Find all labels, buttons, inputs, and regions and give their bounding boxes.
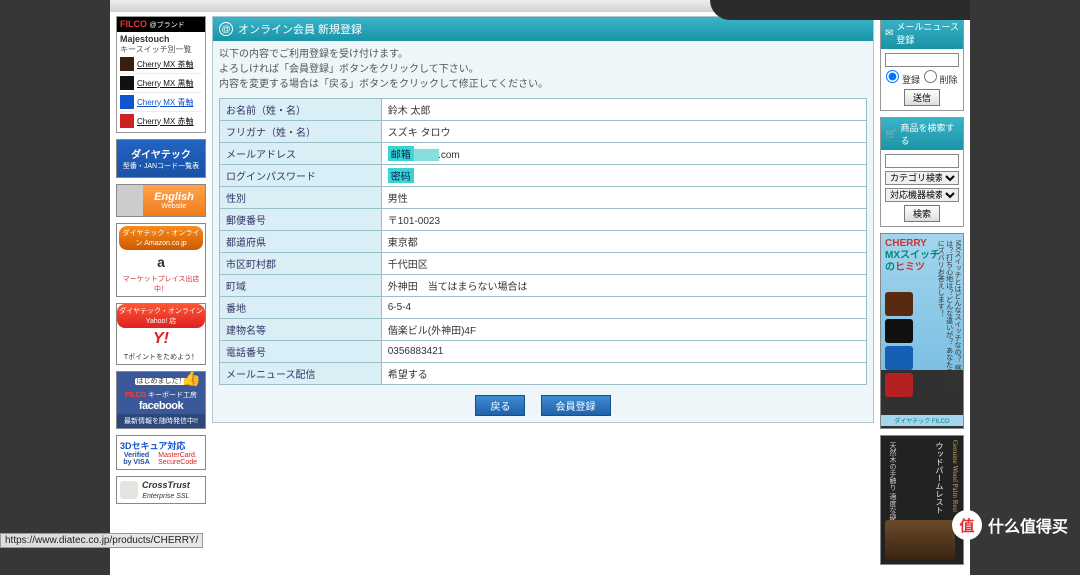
switch-link[interactable]: Cherry MX 黒軸 — [120, 74, 202, 93]
table-row: フリガナ（姓・名）スズキ タロウ — [220, 121, 867, 143]
red-switch-icon — [885, 373, 913, 397]
field-value: 密码 — [381, 165, 866, 187]
field-value: 〒101-0023 — [381, 209, 866, 231]
confirmation-table: お名前（姓・名）鈴木 太郎フリガナ（姓・名）スズキ タロウメールアドレス邮箱██… — [219, 98, 867, 385]
majestouch-sub: キースイッチ別一覧 — [120, 44, 202, 55]
3dsecure-banner[interactable]: 3Dセキュア対応 Verified by VISA MasterCard. Se… — [116, 435, 206, 470]
table-row: 都道府県東京都 — [220, 231, 867, 253]
field-value: 0356883421 — [381, 341, 866, 363]
field-value: 6-5-4 — [381, 297, 866, 319]
field-label: 番地 — [220, 297, 382, 319]
field-label: 都道府県 — [220, 231, 382, 253]
majestouch-title: Majestouch — [120, 34, 202, 44]
cherry-ad-banner[interactable]: CHERRYMXスイッチののヒミツヒミツ MXスイッチとはどんなスイッチなの？ … — [880, 233, 964, 429]
yahoo-logo-icon: Y! — [117, 328, 205, 350]
field-label: フリガナ（姓・名） — [220, 121, 382, 143]
field-label: メールニュース配信 — [220, 363, 382, 385]
keyswitch-icon — [120, 95, 134, 109]
at-icon: @ — [219, 22, 233, 36]
facebook-banner[interactable]: 👍 はじめました！ FILCO FILCO キーボード工房キーボード工房 fac… — [116, 371, 206, 429]
field-label: 町域 — [220, 275, 382, 297]
field-label: お名前（姓・名） — [220, 99, 382, 121]
mastercard-logo-icon: MasterCard. SecureCode — [153, 452, 202, 466]
table-row: メールアドレス邮箱████.com — [220, 143, 867, 165]
radio-delete[interactable]: 削除 — [924, 70, 958, 86]
field-label: ログインパスワード — [220, 165, 382, 187]
table-row: メールニュース配信希望する — [220, 363, 867, 385]
crosstrust-banner[interactable]: CrossTrustEnterprise SSL — [116, 476, 206, 504]
field-value: 邮箱████.com — [381, 143, 866, 165]
mailnews-submit-button[interactable]: 送信 — [904, 89, 940, 106]
visa-logo-icon: Verified by VISA — [120, 452, 153, 466]
mail-icon: ✉ — [885, 28, 893, 39]
back-button[interactable]: 戻る — [475, 395, 525, 416]
table-row: ログインパスワード密码 — [220, 165, 867, 187]
category-select[interactable]: カテゴリ検索 — [885, 171, 959, 185]
switch-link[interactable]: Cherry MX 茶軸 — [120, 55, 202, 74]
top-banner-strip — [110, 0, 970, 12]
palmrest-image — [885, 520, 955, 560]
field-label: 郵便番号 — [220, 209, 382, 231]
thumbs-up-icon: 👍 — [181, 371, 201, 388]
blue-switch-icon — [885, 346, 913, 370]
browser-status-bar: https://www.diatec.co.jp/products/CHERRY… — [0, 533, 203, 548]
smzdm-logo-icon: 值 — [952, 510, 982, 540]
mailnews-box: ✉メールニュース登録 登録 削除 送信 — [880, 16, 964, 111]
search-keyword-input[interactable] — [885, 154, 959, 168]
person-image — [117, 185, 143, 216]
radio-register[interactable]: 登録 — [886, 70, 920, 86]
brand-header: FILCO FILCO @ブランド@ブランド — [117, 17, 205, 32]
cart-icon: 🛒 — [885, 129, 897, 140]
brand-box: FILCO FILCO @ブランド@ブランド Majestouch キースイッチ… — [116, 16, 206, 133]
table-row: 郵便番号〒101-0023 — [220, 209, 867, 231]
table-row: お名前（姓・名）鈴木 太郎 — [220, 99, 867, 121]
mailnews-email-input[interactable] — [885, 53, 959, 67]
palmrest-ad-banner[interactable]: 天然木の手触り 適度な硬さで… ウッドパームレスト Genuine Wood P… — [880, 435, 964, 565]
field-label: 市区町村郡 — [220, 253, 382, 275]
search-button[interactable]: 検索 — [904, 205, 940, 222]
registration-panel: @ オンライン会員 新規登録 以下の内容でご利用登録を受け付けます。よろしければ… — [212, 16, 874, 423]
field-label: メールアドレス — [220, 143, 382, 165]
keyswitch-icon — [120, 114, 134, 128]
table-row: 電話番号0356883421 — [220, 341, 867, 363]
field-label: 建物名等 — [220, 319, 382, 341]
amazon-banner[interactable]: ダイヤテック・オンライン Amazon.co.jp a マーケットプレイス出店中… — [116, 223, 206, 297]
diatec-banner[interactable]: ダイヤテック 型番・JANコード一覧表 — [116, 139, 206, 178]
brown-switch-icon — [885, 292, 913, 316]
table-row: 市区町村郡千代田区 — [220, 253, 867, 275]
field-value: 希望する — [381, 363, 866, 385]
english-banner[interactable]: EnglishWebsite — [116, 184, 206, 217]
device-select[interactable]: 対応機器検索 — [885, 188, 959, 202]
keyswitch-icon — [120, 76, 134, 90]
intro-text: 以下の内容でご利用登録を受け付けます。よろしければ「会員登録」ボタンをクリックし… — [219, 47, 867, 92]
field-value: スズキ タロウ — [381, 121, 866, 143]
switch-link[interactable]: Cherry MX 赤軸 — [120, 112, 202, 130]
table-row: 町域外神田 当てはまらない場合は — [220, 275, 867, 297]
table-row: 番地6-5-4 — [220, 297, 867, 319]
register-button[interactable]: 会員登録 — [541, 395, 611, 416]
field-value: 偕楽ビル(外神田)4F — [381, 319, 866, 341]
ssl-seal-icon — [120, 481, 138, 499]
table-row: 建物名等偕楽ビル(外神田)4F — [220, 319, 867, 341]
field-value: 鈴木 太郎 — [381, 99, 866, 121]
smzdm-watermark: 值 什么值得买 — [952, 510, 1068, 540]
table-row: 性別男性 — [220, 187, 867, 209]
amazon-logo-icon: a — [119, 250, 203, 274]
keyswitch-icon — [120, 57, 134, 71]
field-value: 千代田区 — [381, 253, 866, 275]
field-label: 電話番号 — [220, 341, 382, 363]
yahoo-banner[interactable]: ダイヤテック・オンライン Yahoo! 店 Y! Tポイントをためよう！ — [116, 303, 206, 365]
panel-header: @ オンライン会員 新規登録 — [213, 17, 873, 41]
switch-link[interactable]: Cherry MX 青軸 — [120, 93, 202, 112]
field-value: 東京都 — [381, 231, 866, 253]
black-switch-icon — [885, 319, 913, 343]
field-value: 男性 — [381, 187, 866, 209]
search-box: 🛒商品を検索する カテゴリ検索 対応機器検索 検索 — [880, 117, 964, 227]
field-label: 性別 — [220, 187, 382, 209]
field-value: 外神田 当てはまらない場合は — [381, 275, 866, 297]
